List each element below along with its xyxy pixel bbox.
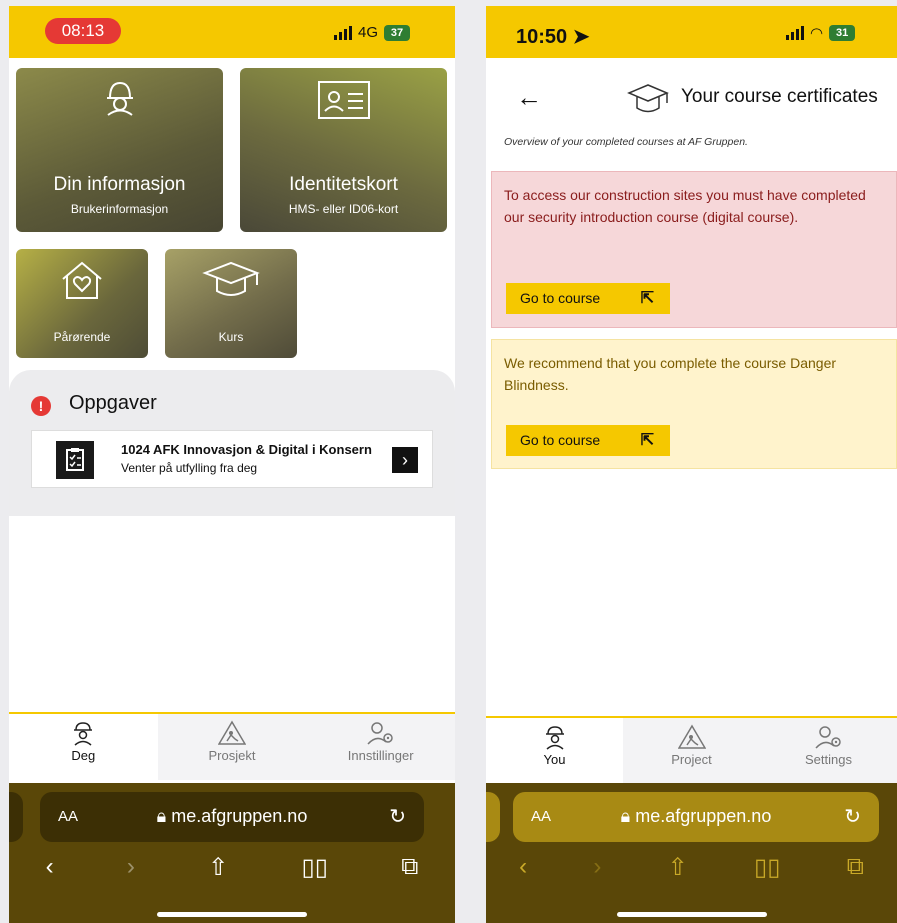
page-title: Your course certificates <box>681 86 878 107</box>
address-bar[interactable]: AA 🔒︎ me.afgruppen.no ↻ <box>513 792 879 842</box>
home-indicator <box>157 912 307 917</box>
forward-icon[interactable]: › <box>593 853 601 882</box>
lock-icon: 🔒︎ <box>620 806 631 826</box>
signal-icon <box>334 25 352 40</box>
previous-tab-stub[interactable] <box>486 792 500 842</box>
forward-icon[interactable]: › <box>127 853 135 882</box>
tasks-title: Oppgaver <box>69 392 157 414</box>
tile-subtitle: Brukerinformasjon <box>70 202 169 216</box>
tile-label: Pårørende <box>53 330 111 344</box>
house-heart-icon <box>62 261 102 299</box>
tabs-icon[interactable]: ⧉ <box>401 853 418 882</box>
right-phone-screen: 10:50 ➤ ◠ 31 ← Your course certificates … <box>486 6 897 923</box>
nav-item-prosjekt[interactable]: Prosjekt <box>158 714 307 780</box>
nav-label: You <box>543 752 566 767</box>
browser-buttons: ‹ › ⇧ ▯▯ ⧉ <box>486 853 897 882</box>
worker-helmet-icon <box>106 81 133 116</box>
back-icon[interactable]: ‹ <box>519 853 527 882</box>
tile-title: Identitetskort <box>289 174 398 195</box>
tile-din-informasjon[interactable]: Din informasjon Brukerinformasjon <box>16 68 223 232</box>
nav-item-settings[interactable]: Settings <box>760 718 897 784</box>
warning-sign-icon <box>677 724 706 749</box>
task-subtitle: Venter på utfylling fra deg <box>121 461 258 475</box>
reload-icon[interactable]: ↻ <box>844 804 861 829</box>
tile-title: Din informasjon <box>53 174 186 195</box>
browser-buttons: ‹ › ⇧ ▯▯ ⧉ <box>9 853 455 882</box>
button-label: Go to course <box>520 432 601 448</box>
browser-toolbar: AA 🔒︎ me.afgruppen.no ↻ ‹ › ⇧ ▯▯ ⧉ <box>486 783 897 923</box>
reload-icon[interactable]: ↻ <box>389 804 406 829</box>
page-header: ← Your course certificates Overview of y… <box>486 58 897 148</box>
battery-icon: 31 <box>829 25 856 41</box>
bottom-nav: You Project Settings <box>486 716 897 784</box>
nav-item-project[interactable]: Project <box>623 718 760 784</box>
external-link-icon: ⇱ <box>640 290 654 307</box>
tile-subtitle: HMS- eller ID06-kort <box>288 202 399 216</box>
status-time: 08:13 <box>45 18 121 44</box>
url-text: me.afgruppen.no <box>635 806 772 826</box>
button-label: Go to course <box>520 290 601 306</box>
user-settings-icon <box>367 722 393 745</box>
task-card[interactable]: 1024 AFK Innovasjon & Digital i Konsern … <box>31 430 433 488</box>
nav-label: Settings <box>805 752 852 767</box>
user-settings-icon <box>814 726 841 749</box>
browser-toolbar: AA 🔒︎ me.afgruppen.no ↻ ‹ › ⇧ ▯▯ ⧉ <box>9 783 455 923</box>
status-time: 10:50 ➤ <box>516 26 590 48</box>
previous-tab-stub[interactable] <box>9 792 23 842</box>
nav-label: Project <box>671 752 712 767</box>
go-to-course-button[interactable]: Go to course ⇱ <box>506 283 670 314</box>
tile-parorende[interactable]: Pårørende <box>16 249 148 358</box>
notice-text: To access our construction sites you mus… <box>504 187 866 225</box>
left-phone-screen: 08:13 4G 37 Din informasjon Brukerinform… <box>9 6 455 923</box>
status-indicators: ◠ 31 <box>786 24 856 42</box>
task-title: 1024 AFK Innovasjon & Digital i Konsern <box>121 442 372 457</box>
id-card-icon <box>317 81 370 119</box>
go-to-course-button[interactable]: Go to course ⇱ <box>506 425 670 456</box>
tile-kurs[interactable]: Kurs <box>165 249 297 358</box>
nav-label: Deg <box>71 748 96 763</box>
graduation-cap-icon <box>202 261 260 296</box>
notice-text: We recommend that you complete the cours… <box>504 355 837 393</box>
bookmarks-icon[interactable]: ▯▯ <box>754 853 780 882</box>
page-subtitle: Overview of your completed courses at AF… <box>504 136 748 148</box>
nav-label: Prosjekt <box>208 748 256 763</box>
address-bar[interactable]: AA 🔒︎ me.afgruppen.no ↻ <box>40 792 424 842</box>
back-icon[interactable]: ‹ <box>46 853 54 882</box>
tasks-panel: ! Oppgaver 1024 AFK Innovasjon & Digital… <box>9 370 455 516</box>
tile-identitetskort[interactable]: Identitetskort HMS- eller ID06-kort <box>240 68 447 232</box>
status-indicators: 4G 37 <box>334 24 411 41</box>
network-label: 4G <box>358 24 379 41</box>
share-icon[interactable]: ⇧ <box>668 853 688 882</box>
notice-required-course: To access our construction sites you mus… <box>491 171 897 328</box>
home-indicator <box>616 912 767 917</box>
worker-helmet-icon <box>74 722 93 746</box>
graduation-cap-icon <box>627 84 669 113</box>
nav-label: Innstillinger <box>347 748 414 763</box>
clipboard-checklist-icon <box>56 441 94 479</box>
back-arrow-icon[interactable]: ← <box>516 82 542 113</box>
bottom-nav: Deg Prosjekt Innstillinger <box>9 712 455 780</box>
status-bar: 08:13 4G 37 <box>9 6 455 58</box>
lock-icon: 🔒︎ <box>156 806 167 826</box>
notice-recommended-course: We recommend that you complete the cours… <box>491 339 897 469</box>
share-icon[interactable]: ⇧ <box>208 853 228 882</box>
tile-label: Kurs <box>218 330 244 344</box>
bookmarks-icon[interactable]: ▯▯ <box>302 853 328 882</box>
nav-item-deg[interactable]: Deg <box>9 714 158 780</box>
signal-icon <box>786 26 804 40</box>
nav-item-you[interactable]: You <box>486 718 623 784</box>
status-bar: 10:50 ➤ ◠ 31 <box>486 6 897 58</box>
url-text: me.afgruppen.no <box>171 806 308 826</box>
battery-icon: 37 <box>384 24 411 41</box>
external-link-icon: ⇱ <box>640 432 654 449</box>
chevron-right-icon[interactable]: › <box>392 447 418 473</box>
alert-icon: ! <box>31 396 51 416</box>
tabs-icon[interactable]: ⧉ <box>847 853 864 882</box>
wifi-icon: ◠ <box>810 25 824 42</box>
warning-sign-icon <box>218 720 246 745</box>
worker-helmet-icon <box>545 726 564 750</box>
nav-item-innstillinger[interactable]: Innstillinger <box>306 714 455 780</box>
